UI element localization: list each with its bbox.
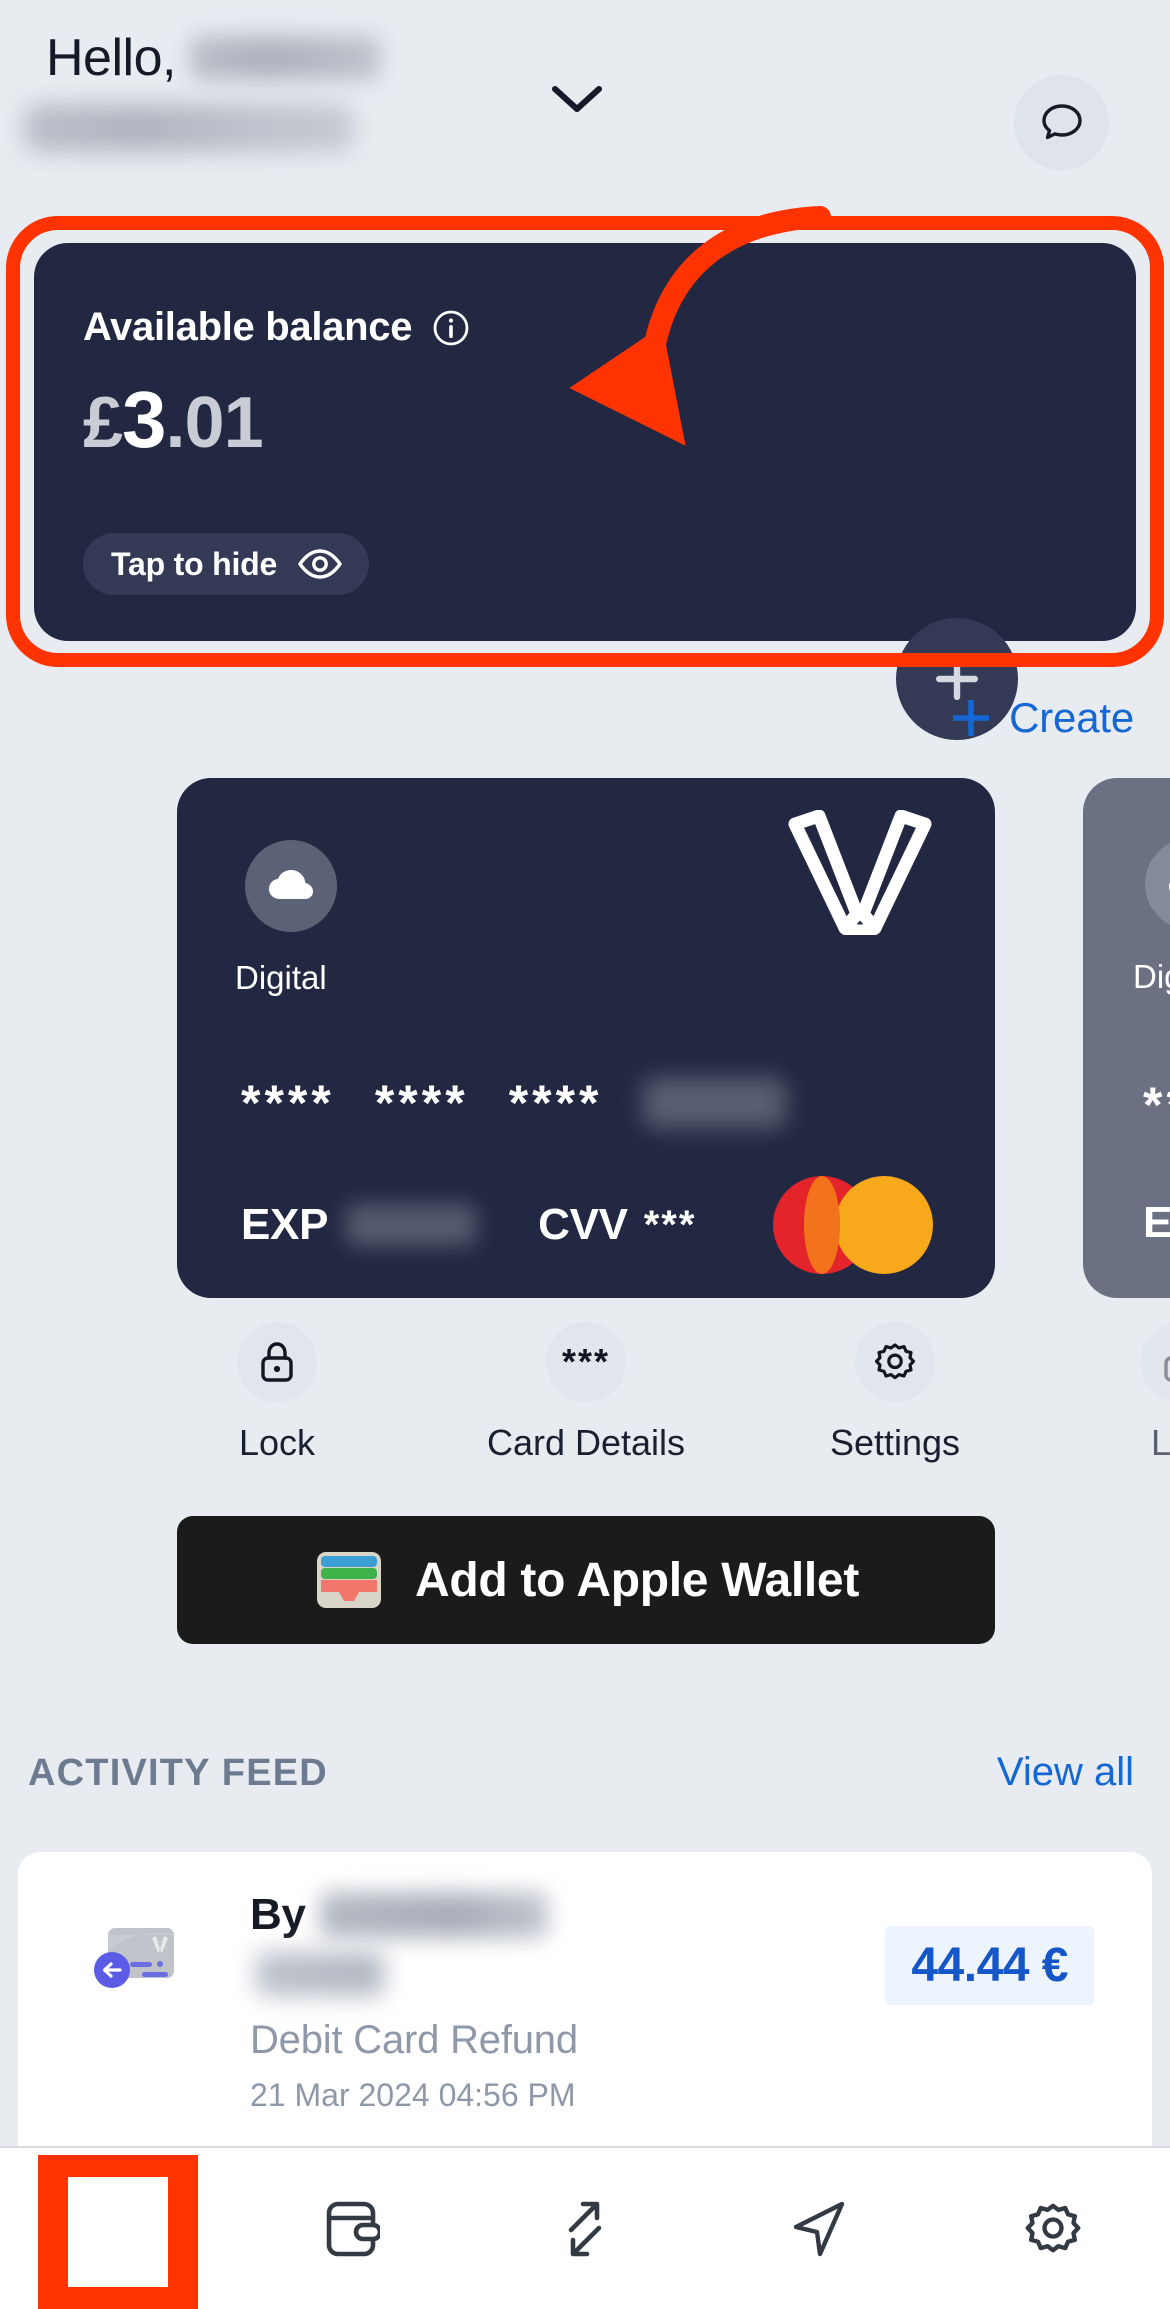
view-all-link[interactable]: View all [997,1750,1134,1795]
card-exp-value-redacted [346,1204,477,1246]
tap-to-hide-toggle[interactable]: Tap to hide [83,533,370,595]
card-action-lock-label: Lock [238,1422,316,1463]
balance-label-row: Available balance [83,305,470,350]
lock-icon-circle [237,1322,317,1402]
create-label: Create [1009,694,1134,741]
account-name-redacted [189,36,380,80]
card-type-badge [245,840,337,932]
tap-to-hide-label: Tap to hide [111,545,278,582]
balance-label: Available balance [83,305,413,349]
greeting-block: Hello, [46,26,380,90]
eye-icon [298,549,342,579]
dots-icon-circle: *** [546,1322,626,1402]
card-type-label: Digital [235,959,327,996]
info-icon[interactable] [432,309,470,347]
gear-icon-circle [855,1322,935,1402]
header: Hello, [0,0,1170,196]
mastercard-overlap [804,1176,840,1274]
activity-feed-header: ACTIVITY FEED View all [0,1750,1170,1832]
account-switcher-button[interactable] [545,72,609,126]
activity-feed-list: By Debit Card Refund 21 Mar 2024 04:56 P… [18,1852,1152,2152]
card-action-settings[interactable]: Settings [795,1322,995,1482]
balance-card-container[interactable]: Available balance £3.01 Tap to hide [34,243,1136,740]
nav-item-settings[interactable] [936,2147,1170,2309]
balance-whole: 3 [122,375,166,464]
transaction-row[interactable]: By Debit Card Refund 21 Mar 2024 04:56 P… [18,1852,1152,2152]
dots-icon: *** [561,1341,611,1382]
grid-icon [89,2201,145,2256]
balance-currency: £ [83,383,123,463]
transaction-date: 21 Mar 2024 04:56 PM [250,2077,576,2113]
card-action-details-label: Card Details [486,1422,686,1463]
nav-item-exchange[interactable] [468,2147,702,2309]
nav-item-wallet[interactable] [234,2147,468,2309]
payment-card-next[interactable]: Digit **** EXP 0 [1083,778,1170,1298]
balance-card[interactable]: Available balance £3.01 Tap to hide [34,243,1136,641]
card-exp-cvv-row: EXP CVV *** [241,1200,696,1250]
mastercard-yellow-circle [835,1176,933,1274]
chevron-down-icon [552,86,602,112]
add-to-apple-wallet-label: Add to Apple Wallet [414,1553,860,1607]
account-subtitle-redacted [24,104,354,152]
bottom-navigation [0,2146,1170,2309]
card-carousel[interactable]: Digital **** **** **** EXP CVV *** Di * … [0,778,1170,1338]
card-refund-icon [94,1928,174,1988]
transaction-prefix: By [250,1890,306,1939]
card-cvv-label: CVV [538,1200,628,1249]
card-number-group-3: **** [508,1075,603,1131]
transaction-merchant-redacted [319,1892,548,1938]
card-action-settings-label: Settings [829,1422,961,1463]
send-plane-icon [793,2201,845,2256]
transaction-merchant-row: By [250,1890,578,1940]
card-number-group-1: **** [241,1075,335,1131]
card-exp-label: EXP [241,1200,329,1249]
activity-feed-title: ACTIVITY FEED [28,1752,328,1794]
lock-icon-circle-next [1140,1322,1170,1402]
card-exp-label-next: EXP 0 [1143,1198,1170,1247]
card-action-lock-next[interactable]: Loc [1120,1322,1170,1464]
payment-card[interactable]: Digital **** **** **** EXP CVV *** [177,778,995,1298]
exchange-arrows-icon [568,2201,602,2256]
balance-amount: £3.01 [83,380,264,464]
card-number-group-2: **** [374,1075,469,1131]
lock-icon [1164,1356,1170,1382]
card-action-details[interactable]: *** Card Details [486,1322,686,1482]
card-action-lock-label-next: Loc [1150,1422,1170,1463]
card-number-last4-redacted [642,1078,786,1128]
card-action-lock[interactable]: Lock [177,1322,377,1482]
card-type-badge-next [1145,838,1170,930]
card-number-group-next: **** [1143,1077,1170,1133]
card-number: **** **** **** [241,1078,786,1128]
greeting-text: Hello, [46,29,176,87]
gear-icon [1025,2203,1081,2252]
gear-icon [874,1343,916,1380]
weavr-w-logo-icon [788,810,932,935]
mastercard-logo-icon [773,1176,933,1274]
transaction-amount: 44.44 € [885,1926,1094,2005]
card-action-row: Lock *** Card Details Settings [177,1322,995,1482]
chat-bubble-icon [1041,103,1082,139]
nav-item-dashboard[interactable] [0,2147,234,2309]
nav-item-send[interactable] [702,2147,936,2309]
transaction-type: Debit Card Refund [250,2018,578,2062]
cloud-icon [269,870,313,899]
lock-icon [261,1342,293,1382]
card-cvv-value: *** [643,1202,697,1247]
chat-support-button[interactable] [1014,75,1109,170]
app-screen: Hello, Available balance £3.01 Tap to hi… [0,0,1170,2309]
apple-wallet-icon [316,1552,381,1608]
card-type-label-next: Digit [1133,958,1170,995]
transaction-merchant-redacted-line2 [256,1952,384,1996]
balance-decimal: .01 [165,383,264,463]
plus-icon [953,700,990,736]
add-to-apple-wallet-button[interactable]: Add to Apple Wallet [177,1516,995,1644]
create-card-link[interactable]: Create [949,694,1134,742]
wallet-icon [326,2201,380,2256]
transaction-details: By Debit Card Refund 21 Mar 2024 04:56 P… [250,1890,578,2114]
